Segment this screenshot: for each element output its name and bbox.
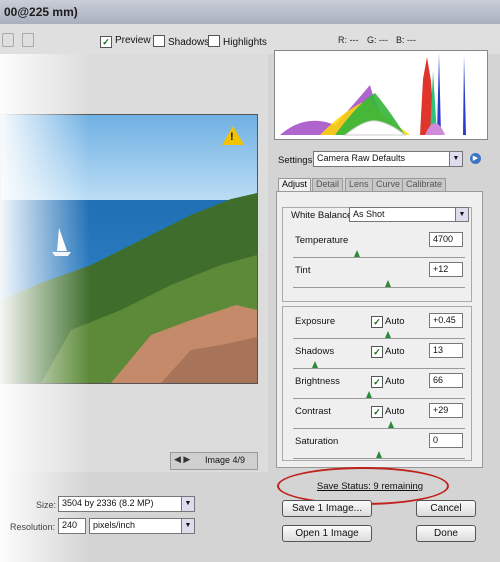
white-balance-label: White Balance: bbox=[291, 210, 355, 221]
shadows-slider-track[interactable] bbox=[293, 368, 465, 369]
save-image-button[interactable]: Save 1 Image... bbox=[282, 500, 372, 517]
preview-check-icon: ✓ bbox=[100, 36, 112, 48]
g-readout: G: --- bbox=[367, 35, 388, 45]
contrast-slider-track[interactable] bbox=[293, 428, 465, 429]
chevron-down-icon: ▼ bbox=[455, 208, 468, 221]
window-title: 00@225 mm) bbox=[4, 5, 78, 19]
trash-icon[interactable] bbox=[22, 33, 34, 47]
preview-checkbox[interactable]: ✓ Preview bbox=[100, 35, 151, 48]
white-balance-value: As Shot bbox=[353, 209, 385, 219]
white-balance-select[interactable]: As Shot ▼ bbox=[349, 207, 469, 222]
contrast-slider-thumb[interactable] bbox=[388, 421, 395, 428]
shadows-label: Shadows bbox=[168, 37, 210, 48]
resolution-unit-select[interactable]: pixels/inch ▼ bbox=[89, 518, 195, 534]
brightness-auto-checkbox[interactable]: ✓ bbox=[371, 376, 383, 388]
cancel-button[interactable]: Cancel bbox=[416, 500, 476, 517]
contrast-auto-checkbox[interactable]: ✓ bbox=[371, 406, 383, 418]
temperature-label: Temperature bbox=[295, 235, 349, 246]
tab-strip: Adjust Detail Lens Curve Calibrate bbox=[278, 178, 478, 192]
exposure-label: Exposure bbox=[295, 316, 336, 327]
tint-slider-thumb[interactable] bbox=[384, 280, 391, 287]
temperature-slider-track[interactable] bbox=[293, 257, 465, 258]
left-fade-overlay bbox=[0, 54, 90, 562]
contrast-input[interactable]: +29 bbox=[429, 403, 463, 418]
exposure-auto-label: Auto bbox=[385, 316, 405, 327]
chevron-down-icon: ▼ bbox=[181, 497, 194, 511]
saturation-input[interactable]: 0 bbox=[429, 433, 463, 448]
preview-label: Preview bbox=[115, 35, 151, 46]
brightness-slider-thumb[interactable] bbox=[365, 391, 372, 398]
shadows-label: Shadows bbox=[295, 346, 335, 357]
temperature-input[interactable]: 4700 bbox=[429, 232, 463, 247]
r-readout: R: --- bbox=[338, 35, 359, 45]
image-counter: Image 4/9 bbox=[205, 455, 246, 465]
contrast-auto-label: Auto bbox=[385, 406, 405, 417]
size-label: Size: bbox=[36, 500, 57, 510]
shadows-auto-checkbox[interactable]: ✓ bbox=[371, 346, 383, 358]
tab-detail[interactable]: Detail bbox=[312, 178, 344, 192]
settings-label: Settings: bbox=[278, 155, 315, 166]
exposure-slider-track[interactable] bbox=[293, 338, 465, 339]
resolution-input[interactable]: 240 bbox=[58, 518, 86, 534]
image-nav-arrows-icon[interactable]: ◀ ▶ bbox=[174, 454, 190, 465]
shadows-checkbox[interactable]: Shadows bbox=[153, 35, 209, 48]
rotate-icon[interactable] bbox=[2, 33, 14, 47]
exposure-auto-checkbox[interactable]: ✓ bbox=[371, 316, 383, 328]
resolution-label: Resolution: bbox=[10, 522, 56, 532]
resolution-unit: pixels/inch bbox=[93, 520, 136, 530]
settings-value: Camera Raw Defaults bbox=[317, 153, 406, 163]
tint-slider-track[interactable] bbox=[293, 287, 465, 288]
chevron-down-icon: ▼ bbox=[181, 519, 194, 533]
warning-mark: ! bbox=[230, 131, 234, 143]
settings-menu-icon[interactable]: ▶ bbox=[470, 153, 481, 164]
brightness-slider-track[interactable] bbox=[293, 398, 465, 399]
tint-label: Tint bbox=[295, 265, 311, 276]
brightness-input[interactable]: 66 bbox=[429, 373, 463, 388]
shadows-auto-label: Auto bbox=[385, 346, 405, 357]
exposure-input[interactable]: +0.45 bbox=[429, 313, 463, 328]
saturation-label: Saturation bbox=[295, 436, 339, 447]
size-value: 3504 by 2336 (8.2 MP) bbox=[62, 498, 154, 508]
tab-curve[interactable]: Curve bbox=[372, 178, 405, 192]
highlights-checkbox[interactable]: Highlights bbox=[208, 35, 267, 48]
exposure-slider-thumb[interactable] bbox=[384, 331, 391, 338]
tab-lens[interactable]: Lens bbox=[345, 178, 373, 192]
shadows-slider-thumb[interactable] bbox=[312, 361, 319, 368]
brightness-auto-label: Auto bbox=[385, 376, 405, 387]
size-select[interactable]: 3504 by 2336 (8.2 MP) ▼ bbox=[58, 496, 195, 512]
chevron-down-icon: ▼ bbox=[449, 152, 462, 166]
b-readout: B: --- bbox=[396, 35, 416, 45]
temperature-slider-thumb[interactable] bbox=[353, 250, 360, 257]
histogram bbox=[274, 50, 488, 140]
brightness-label: Brightness bbox=[295, 376, 340, 387]
open-image-button[interactable]: Open 1 Image bbox=[282, 525, 372, 542]
histogram-graph bbox=[280, 53, 466, 136]
shadows-input[interactable]: 13 bbox=[429, 343, 463, 358]
tab-adjust[interactable]: Adjust bbox=[278, 178, 312, 192]
saturation-slider-track[interactable] bbox=[293, 458, 465, 459]
highlights-label: Highlights bbox=[223, 37, 267, 48]
settings-select[interactable]: Camera Raw Defaults ▼ bbox=[313, 151, 463, 167]
contrast-label: Contrast bbox=[295, 406, 331, 417]
tint-input[interactable]: +12 bbox=[429, 262, 463, 277]
saturation-slider-thumb[interactable] bbox=[376, 451, 382, 458]
done-button[interactable]: Done bbox=[416, 525, 476, 542]
tab-calibrate[interactable]: Calibrate bbox=[402, 178, 447, 192]
